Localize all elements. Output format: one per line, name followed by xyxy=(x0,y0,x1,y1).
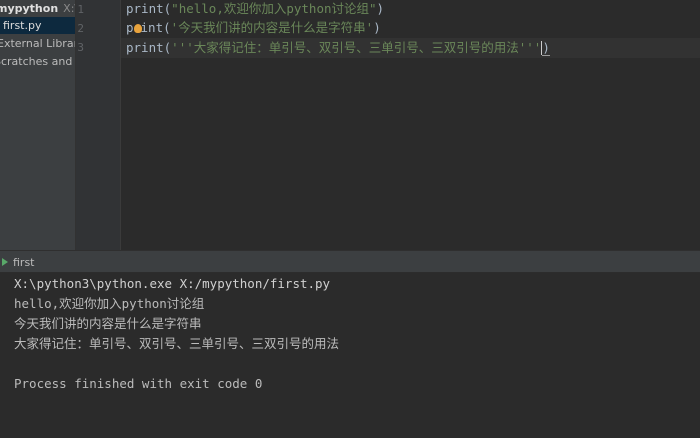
line-number: 1 xyxy=(77,3,84,16)
project-root-path: X:\mypython xyxy=(63,2,75,15)
code-line-1[interactable]: print("hello,欢迎你加入python讨论组") xyxy=(126,0,384,19)
project-root[interactable]: mypython X:\mypython xyxy=(0,0,75,17)
console-line: 大家得记住：单引号、双引号、三单引号、三双引号的用法 xyxy=(14,336,340,351)
code-paren: ( xyxy=(163,20,171,35)
tree-item-label: first.py xyxy=(3,19,42,32)
run-tab-label: first xyxy=(13,256,35,269)
code-paren: ) xyxy=(376,1,385,16)
code-line-2[interactable]: p int('今天我们讲的内容是什么是字符串') xyxy=(126,18,381,38)
code-line-3[interactable]: print('''大家得记住：单引号、双引号、三单引号、三双引号的用法''') xyxy=(121,38,700,58)
tree-item-external-libraries[interactable]: External Libraries xyxy=(0,35,75,52)
console-line: Process finished with exit code 0 xyxy=(14,376,263,391)
code-paren: ) xyxy=(373,20,381,35)
code-function: print xyxy=(126,1,164,16)
code-editor[interactable]: print("hello,欢迎你加入python讨论组") p int('今天我们… xyxy=(121,0,700,250)
run-tab-first[interactable]: first xyxy=(0,254,35,272)
code-string: '今天我们讲的内容是什么是字符串' xyxy=(170,20,374,35)
ide-window: mypython X:\mypython first.py External Li… xyxy=(0,0,700,438)
line-number: 2 xyxy=(77,22,84,35)
tree-item-scratches[interactable]: Scratches and Consoles xyxy=(0,53,75,70)
code-function: int xyxy=(140,20,164,35)
console-line: hello,欢迎你加入python讨论组 xyxy=(14,296,205,311)
code-string: "hello,欢迎你加入python讨论组" xyxy=(171,1,377,16)
tree-item-first-py[interactable]: first.py xyxy=(0,17,75,34)
code-paren-highlighted: ) xyxy=(542,40,550,56)
code-string: '''大家得记住：单引号、双引号、三单引号、三双引号的用法''' xyxy=(171,40,542,55)
line-number-gutter[interactable]: 1 2 3 xyxy=(76,0,121,250)
project-root-name: mypython xyxy=(0,2,59,15)
line-number: 3 xyxy=(77,41,84,54)
console-line: X:\python3\python.exe X:/mypython/first.… xyxy=(14,276,331,291)
tree-item-label: Scratches and Consoles xyxy=(0,55,75,68)
code-function: p xyxy=(126,20,134,35)
project-tree: mypython X:\mypython first.py External Li… xyxy=(0,0,76,250)
code-function: print xyxy=(126,40,164,55)
console-line: 今天我们讲的内容是什么是字符串 xyxy=(14,316,202,331)
run-console[interactable]: X:\python3\python.exe X:/mypython/first.… xyxy=(0,273,700,438)
tree-item-label: External Libraries xyxy=(0,37,75,50)
run-icon xyxy=(2,258,8,266)
run-toolwindow-header: first xyxy=(0,254,700,273)
